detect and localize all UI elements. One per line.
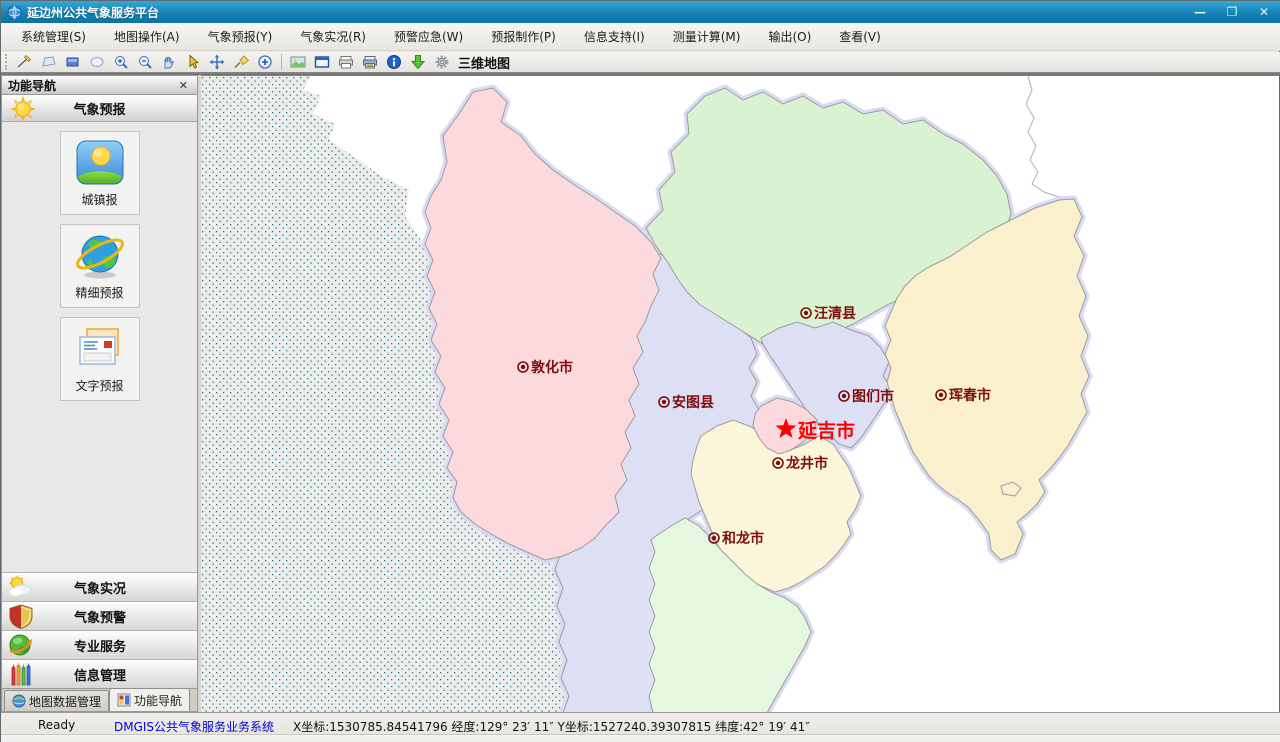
- window-view-icon[interactable]: [310, 52, 334, 72]
- text-forecast-button[interactable]: 文字预报: [60, 317, 140, 401]
- city-label-dunhua: 敦化市: [531, 359, 573, 376]
- panel-title: 功能导航: [8, 77, 176, 94]
- menu-measure[interactable]: 测量计算(M): [659, 24, 755, 49]
- map-data-globe-icon: [12, 694, 26, 708]
- city-label-longjing: 龙井市: [785, 455, 828, 472]
- toolbar-separator: [281, 54, 282, 70]
- city-label-antu: 安图县: [672, 394, 714, 411]
- city-label-yanji: 延吉市: [797, 419, 855, 442]
- menu-forecast-making[interactable]: 预报制作(P): [477, 24, 570, 49]
- menu-forecast[interactable]: 气象预报(Y): [194, 24, 287, 49]
- sidebar-tabs: 地图数据管理 功能导航: [2, 688, 197, 711]
- section-professional-service[interactable]: 专业服务: [2, 630, 197, 659]
- warning-shield-icon: [8, 604, 34, 629]
- function-nav-panel: 功能导航 ✕ 气象预报: [1, 75, 198, 712]
- info-icon[interactable]: [382, 52, 406, 72]
- sidebar-spacer: [2, 401, 197, 572]
- globe-arrow-icon: [8, 633, 34, 658]
- fine-forecast-button[interactable]: 精细预报: [60, 224, 140, 308]
- map-viewport[interactable]: 汪清县 敦化市 安图县 图们市 珲春市 龙井市 和龙市 延吉市: [201, 75, 1279, 712]
- section-label: 气象预警: [74, 607, 126, 626]
- tab-function-nav[interactable]: 功能导航: [109, 688, 190, 711]
- button-label: 精细预报: [75, 284, 123, 301]
- print-icon[interactable]: [334, 52, 358, 72]
- map-canvas[interactable]: 汪清县 敦化市 安图县 图们市 珲春市 龙井市 和龙市 延吉市: [201, 76, 1279, 713]
- select-arrow-icon[interactable]: [181, 52, 205, 72]
- globe-ring-icon: [74, 229, 126, 281]
- status-bar: Ready DMGIS公共气象服务业务系统 X坐标:1530785.845417…: [1, 712, 1280, 742]
- menu-bar: 系统管理(S) 地图操作(A) 气象预报(Y) 气象实况(R) 预警应急(W) …: [1, 23, 1280, 51]
- menu-system[interactable]: 系统管理(S): [7, 24, 100, 49]
- tab-map-data-management[interactable]: 地图数据管理: [4, 690, 109, 711]
- function-nav-form-icon: [117, 693, 131, 707]
- section-live-weather[interactable]: 气象实况: [2, 572, 197, 601]
- city-forecast-button[interactable]: 城镇报: [60, 131, 140, 215]
- city-label-tumen: 图们市: [852, 388, 894, 405]
- toolbar-grip: [5, 54, 8, 70]
- app-window: { "window": { "title": "延边州公共气象服务平台", "c…: [0, 0, 1280, 742]
- color-pencils-icon: [8, 662, 34, 687]
- city-forecast-icon: [74, 136, 126, 188]
- draw-ellipse-icon[interactable]: [85, 52, 109, 72]
- status-ready: Ready: [38, 718, 75, 732]
- toolbar: 三维地图: [1, 52, 1280, 72]
- zoom-in-icon[interactable]: [109, 52, 133, 72]
- menu-output[interactable]: 输出(O): [754, 24, 825, 49]
- menu-map-ops[interactable]: 地图操作(A): [100, 24, 194, 49]
- work-area: 功能导航 ✕ 气象预报: [1, 75, 1280, 712]
- button-label: 文字预报: [75, 377, 123, 394]
- zoom-full-icon[interactable]: [253, 52, 277, 72]
- section-weather-forecast[interactable]: 气象预报: [2, 95, 197, 122]
- river-line: [1026, 76, 1067, 198]
- download-arrow-icon[interactable]: [406, 52, 430, 72]
- minimize-button[interactable]: —: [1191, 5, 1209, 19]
- section-weather-warning[interactable]: 气象预警: [2, 601, 197, 630]
- move-icon[interactable]: [205, 52, 229, 72]
- sun-cloud-icon: [8, 575, 34, 599]
- menu-info-support[interactable]: 信息支持(I): [570, 24, 659, 49]
- panel-close-icon[interactable]: ✕: [176, 79, 191, 92]
- settings-gear-icon[interactable]: [430, 52, 454, 72]
- image-export-icon[interactable]: [286, 52, 310, 72]
- panel-header: 功能导航 ✕: [2, 76, 197, 95]
- menu-warning[interactable]: 预警应急(W): [380, 24, 477, 49]
- draw-line-icon[interactable]: [13, 52, 37, 72]
- forecast-buttons: 城镇报 精细预报: [2, 122, 197, 401]
- zoom-out-icon[interactable]: [133, 52, 157, 72]
- status-subbar: [1, 734, 1280, 742]
- window-title: 延边州公共气象服务平台: [27, 4, 159, 21]
- city-label-helong: 和龙市: [722, 530, 764, 547]
- section-info-management[interactable]: 信息管理: [2, 659, 197, 688]
- section-label: 信息管理: [74, 665, 126, 684]
- app-globe-icon: [7, 5, 22, 20]
- title-bar: 延边州公共气象服务平台 — ❐ ✕: [1, 1, 1280, 23]
- draw-rectangle-icon[interactable]: [61, 52, 85, 72]
- button-label: 城镇报: [81, 191, 117, 208]
- maximize-button[interactable]: ❐: [1223, 5, 1241, 19]
- tab-label: 地图数据管理: [29, 693, 101, 710]
- map3d-button[interactable]: 三维地图: [458, 53, 510, 72]
- clear-brush-icon[interactable]: [229, 52, 253, 72]
- draw-polygon-icon[interactable]: [37, 52, 61, 72]
- city-label-wangqing: 汪清县: [814, 305, 856, 322]
- section-label: 专业服务: [74, 636, 126, 655]
- menu-view[interactable]: 查看(V): [825, 24, 895, 49]
- city-label-hunchun: 珲春市: [949, 387, 991, 404]
- menu-live-weather[interactable]: 气象实况(R): [286, 24, 380, 49]
- tab-label: 功能导航: [134, 692, 182, 709]
- status-system-name: DMGIS公共气象服务业务系统: [114, 718, 274, 735]
- print-color-icon[interactable]: [358, 52, 382, 72]
- close-button[interactable]: ✕: [1255, 5, 1273, 19]
- sun-icon: [10, 96, 36, 122]
- text-document-icon: [74, 322, 126, 374]
- status-coordinates: X坐标:1530785.84541796 经度:129° 23′ 11″ Y坐标…: [293, 718, 810, 735]
- section-label: 气象实况: [74, 578, 126, 597]
- pan-hand-icon[interactable]: [157, 52, 181, 72]
